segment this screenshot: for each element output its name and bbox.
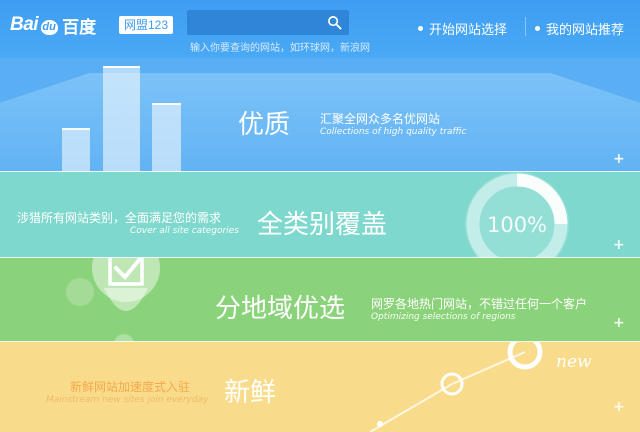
nav-my-recommendations[interactable]: 我的网站推荐 [535, 19, 624, 38]
logo-text-bai: Bai [10, 14, 39, 35]
band-regional: 分地域优选 网罗各地热门网站，不错过任何一个客户 Optimizing sele… [0, 258, 640, 342]
bar-short [62, 128, 90, 172]
band-subtitle-en: Cover all site categories [130, 226, 239, 236]
plus-icon[interactable]: + [613, 400, 625, 414]
bar-medium [152, 103, 181, 172]
band-quality: 优质 汇聚全网众多名优网站 Collections of high qualit… [0, 58, 640, 172]
band-subtitle-cn: 涉猎所有网站类别，全面满足您的需求 [17, 211, 222, 225]
search-icon[interactable] [327, 15, 342, 30]
band-title: 新鲜 [224, 378, 277, 408]
nav-divider [525, 17, 526, 36]
new-tag: new [556, 352, 592, 372]
band-title: 全类别覆盖 [257, 210, 388, 240]
search-hint: 输入你要查询的网站，如环球网，新浪网 [190, 43, 370, 54]
logo-text-chinese: 百度 [62, 17, 97, 37]
band-coverage: 涉猎所有网站类别，全面满足您的需求 Cover all site categor… [0, 172, 640, 258]
gauge-icon: 100% [465, 172, 569, 258]
logo-text-du: du [40, 19, 58, 35]
nav-label: 开始网站选择 [429, 23, 508, 38]
baidu-logo[interactable]: Bai du 百度 [10, 12, 96, 38]
band-subtitle-cn: 网罗各地热门网站，不错过任何一个客户 [371, 297, 588, 311]
band-subtitle-en: Optimizing selections of regions [371, 312, 516, 322]
bar-tall [103, 66, 140, 172]
plus-icon[interactable]: + [613, 316, 625, 330]
bullet-icon [535, 26, 540, 31]
top-header: Bai du 百度 网盟123 输入你要查询的网站，如环球网，新浪网 开始网站选… [0, 0, 640, 58]
nav-label: 我的网站推荐 [546, 23, 625, 38]
band-subtitle-en: Collections of high quality traffic [320, 127, 467, 137]
nav-start-site-selection[interactable]: 开始网站选择 [418, 19, 507, 38]
trend-line-icon [369, 342, 543, 432]
search-input[interactable] [187, 10, 349, 35]
checkbox-pin-icon [66, 258, 160, 342]
band-subtitle-en: Mainstream new sites join everyday [46, 395, 209, 405]
band-title: 优质 [238, 110, 291, 140]
gauge-label: 100% [487, 213, 547, 237]
band-fresh: 新鲜网站加速度式入驻 Mainstream new sites join eve… [0, 342, 640, 432]
band-title: 分地域优选 [215, 294, 346, 324]
band-subtitle-cn: 新鲜网站加速度式入驻 [70, 380, 191, 394]
plus-icon[interactable]: + [613, 152, 625, 166]
band-subtitle-cn: 汇聚全网众多名优网站 [320, 112, 441, 126]
bullet-icon [418, 26, 423, 31]
product-badge: 网盟123 [119, 16, 174, 34]
plus-icon[interactable]: + [613, 238, 625, 252]
paw-icon: du [39, 15, 59, 35]
